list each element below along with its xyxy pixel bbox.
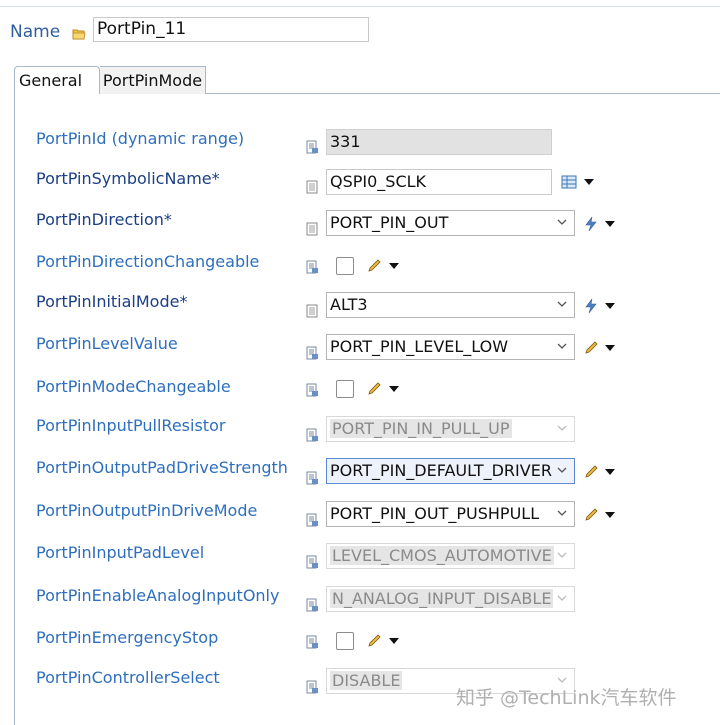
directionchangeable-checkbox[interactable] <box>336 257 354 275</box>
levelvalue-select[interactable]: PORT_PIN_LEVEL_LOW <box>326 334 575 360</box>
param-doc-icon <box>306 680 318 694</box>
param-row-modechangeable: PortPinModeChangeable <box>0 377 720 411</box>
param-doc-icon <box>306 260 318 274</box>
combo-value: LEVEL_CMOS_AUTOMOTIVE <box>330 546 554 565</box>
param-row-emergencystop: PortPinEmergencyStop <box>0 628 720 662</box>
outputpindrivemode-select[interactable]: PORT_PIN_OUT_PUSHPULL <box>326 501 575 527</box>
dropdown-arrow-icon[interactable] <box>584 179 594 185</box>
param-doc-icon <box>306 180 318 194</box>
initialmode-select[interactable]: ALT3 <box>326 292 575 318</box>
param-doc-icon <box>306 555 318 569</box>
top-border <box>0 0 720 7</box>
derived-value-icon[interactable] <box>583 216 599 232</box>
chevron-down-icon <box>557 343 567 349</box>
param-doc-icon <box>306 513 318 527</box>
combo-value: DISABLE <box>330 671 403 690</box>
param-row-directionchangeable: PortPinDirectionChangeable <box>0 252 720 286</box>
chevron-down-icon <box>557 595 567 601</box>
combo-value: PORT_PIN_IN_PULL_UP <box>330 419 512 438</box>
chevron-down-icon <box>557 301 567 307</box>
enableanaloginputonly-select: N_ANALOG_INPUT_DISABLE <box>326 586 575 612</box>
dropdown-arrow-icon[interactable] <box>605 221 615 227</box>
combo-value: PORT_PIN_OUT_PUSHPULL <box>330 504 540 523</box>
derived-value-icon[interactable] <box>583 298 599 314</box>
direction-select[interactable]: PORT_PIN_OUT <box>326 210 575 236</box>
param-row-direction: PortPinDirection* PORT_PIN_OUT <box>0 210 720 244</box>
combo-value: ALT3 <box>330 295 368 314</box>
param-label: PortPinLevelValue <box>36 334 178 353</box>
table-icon[interactable] <box>561 174 577 190</box>
param-label: PortPinInputPadLevel <box>36 543 205 562</box>
tab-general[interactable]: General <box>14 66 100 94</box>
edit-pencil-icon[interactable] <box>583 464 599 480</box>
param-label: PortPinEnableAnalogInputOnly <box>36 586 280 605</box>
param-label: PortPinEmergencyStop <box>36 628 219 647</box>
combo-value: PORT_PIN_OUT <box>330 213 449 232</box>
chevron-down-icon <box>557 467 567 473</box>
param-label: PortPinInputPullResistor <box>36 416 226 435</box>
dropdown-arrow-icon[interactable] <box>389 386 399 392</box>
param-row-outputpindrivemode: PortPinOutputPinDriveMode PORT_PIN_OUT_P… <box>0 501 720 535</box>
chevron-down-icon <box>557 219 567 225</box>
param-doc-icon <box>306 222 318 236</box>
param-doc-icon <box>306 140 318 154</box>
param-doc-icon <box>306 635 318 649</box>
param-row-enableanaloginputonly: PortPinEnableAnalogInputOnly N_ANALOG_IN… <box>0 586 720 620</box>
param-label: PortPinOutputPadDriveStrength <box>36 458 288 477</box>
param-label: PortPinInitialMode* <box>36 292 188 311</box>
param-row-outputpaddrivestrength: PortPinOutputPadDriveStrength PORT_PIN_D… <box>0 458 720 492</box>
param-doc-icon <box>306 304 318 318</box>
dropdown-arrow-icon[interactable] <box>389 263 399 269</box>
param-row-inputpullresistor: PortPinInputPullResistor PORT_PIN_IN_PUL… <box>0 416 720 450</box>
chevron-down-icon <box>557 510 567 516</box>
edit-pencil-icon[interactable] <box>366 258 382 274</box>
param-label: PortPinControllerSelect <box>36 668 220 687</box>
combo-value: PORT_PIN_LEVEL_LOW <box>330 337 509 356</box>
edit-pencil-icon[interactable] <box>366 381 382 397</box>
symbolicname-input[interactable]: QSPI0_SCLK <box>326 169 552 195</box>
edit-pencil-icon[interactable] <box>583 340 599 356</box>
param-row-symbolicname: PortPinSymbolicName* QSPI0_SCLK <box>0 169 720 203</box>
param-doc-icon <box>306 346 318 360</box>
inputpadlevel-select: LEVEL_CMOS_AUTOMOTIVE <box>326 543 575 569</box>
param-label: PortPinOutputPinDriveMode <box>36 501 258 520</box>
param-doc-icon <box>306 471 318 485</box>
param-doc-icon <box>306 428 318 442</box>
param-row-inputpadlevel: PortPinInputPadLevel LEVEL_CMOS_AUTOMOTI… <box>0 543 720 577</box>
name-label: Name <box>10 22 61 42</box>
watermark: 知乎 @TechLink汽车软件 <box>456 687 677 709</box>
combo-value: PORT_PIN_DEFAULT_DRIVER <box>330 461 552 480</box>
edit-pencil-icon[interactable] <box>366 633 382 649</box>
chevron-down-icon <box>557 552 567 558</box>
dropdown-arrow-icon[interactable] <box>389 638 399 644</box>
chevron-down-icon <box>557 425 567 431</box>
param-label: PortPinModeChangeable <box>36 377 231 396</box>
combo-value: N_ANALOG_INPUT_DISABLE <box>330 589 554 608</box>
dropdown-arrow-icon[interactable] <box>605 469 615 475</box>
param-label: PortPinSymbolicName* <box>36 169 220 188</box>
param-row-portpinid: PortPinId (dynamic range) 331 <box>0 129 720 163</box>
param-doc-icon <box>306 383 318 397</box>
tab-portpinmode[interactable]: PortPinMode <box>100 66 206 94</box>
param-label: PortPinDirectionChangeable <box>36 252 260 271</box>
param-doc-icon <box>306 598 318 612</box>
tab-bar: General PortPinMode <box>14 66 720 94</box>
emergencystop-checkbox[interactable] <box>336 632 354 650</box>
param-label: PortPinDirection* <box>36 210 172 229</box>
outputpaddrivestrength-select[interactable]: PORT_PIN_DEFAULT_DRIVER <box>326 458 575 484</box>
name-field[interactable]: PortPin_11 <box>93 17 369 42</box>
modechangeable-checkbox[interactable] <box>336 380 354 398</box>
dropdown-arrow-icon[interactable] <box>605 512 615 518</box>
param-row-initialmode: PortPinInitialMode* ALT3 <box>0 292 720 326</box>
dropdown-arrow-icon[interactable] <box>605 303 615 309</box>
dropdown-arrow-icon[interactable] <box>605 345 615 351</box>
folder-icon[interactable] <box>72 28 86 40</box>
inputpullresistor-select: PORT_PIN_IN_PULL_UP <box>326 416 575 442</box>
param-row-levelvalue: PortPinLevelValue PORT_PIN_LEVEL_LOW <box>0 334 720 368</box>
param-label: PortPinId (dynamic range) <box>36 129 245 148</box>
edit-pencil-icon[interactable] <box>583 507 599 523</box>
portpinid-field: 331 <box>326 129 552 155</box>
